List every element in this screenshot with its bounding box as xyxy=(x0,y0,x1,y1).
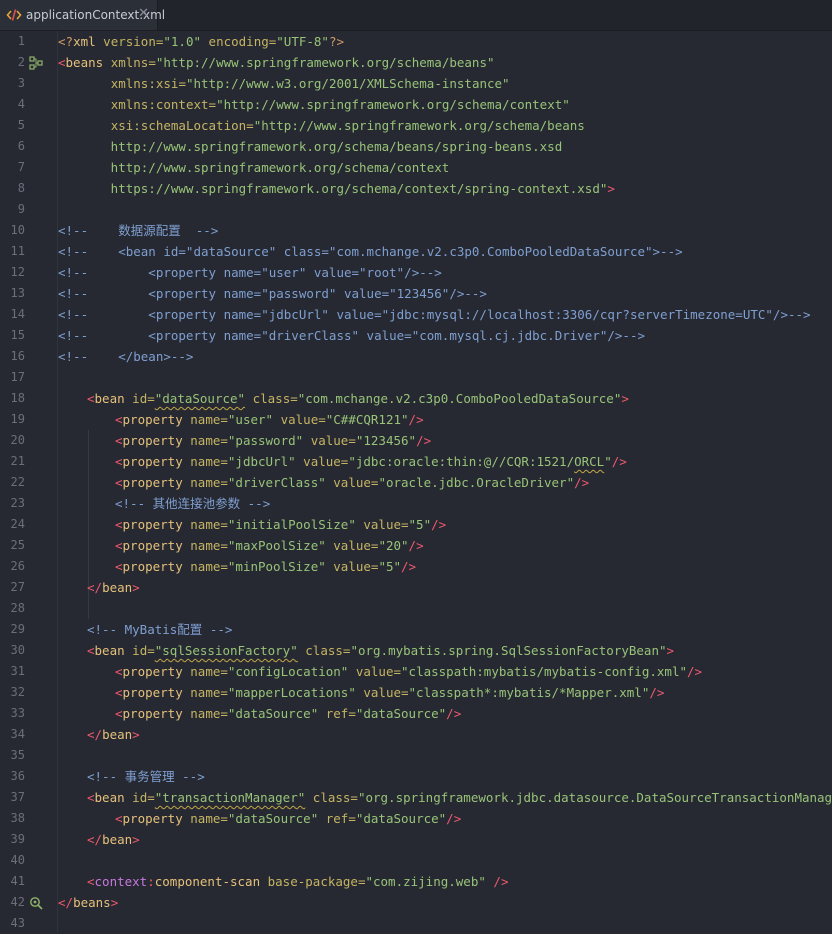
code-line: <property name="maxPoolSize" value="20"/… xyxy=(115,538,424,553)
code-line: <bean id="sqlSessionFactory" class="org.… xyxy=(87,643,675,658)
line-number: 30 xyxy=(10,643,25,657)
line-number: 43 xyxy=(10,916,25,930)
code-line: <property name="initialPoolSize" value="… xyxy=(115,517,447,532)
comment-line: <!-- 数据源配置 --> xyxy=(58,223,219,238)
line-number: 1 xyxy=(17,34,25,48)
line-number: 27 xyxy=(10,580,25,594)
code-line: </bean> xyxy=(87,832,140,847)
code-line: <property name="dataSource" ref="dataSou… xyxy=(115,811,462,826)
code-line: <property name="dataSource" ref="dataSou… xyxy=(115,706,462,721)
bean-structure-icon[interactable] xyxy=(29,55,43,70)
line-number: 20 xyxy=(10,433,25,447)
line-number: 7 xyxy=(17,160,25,174)
code-line: xmlns:context="http://www.springframewor… xyxy=(110,97,570,112)
line-number: 5 xyxy=(17,118,25,132)
line-number: 41 xyxy=(10,874,25,888)
line-number: 4 xyxy=(17,97,25,111)
line-number: 24 xyxy=(10,517,25,531)
code-line: <property name="minPoolSize" value="5"/> xyxy=(115,559,417,574)
line-number: 35 xyxy=(10,748,25,762)
line-number: 6 xyxy=(17,139,25,153)
code-line: https://www.springframework.org/schema/c… xyxy=(58,181,615,196)
line-number: 42 xyxy=(10,895,25,909)
line-number: 12 xyxy=(10,265,25,279)
editor-tab-bar: applicationContext.xml ✕ xyxy=(0,0,832,31)
comment-line: <!-- <property name="jdbcUrl" value="jdb… xyxy=(58,307,811,322)
code-line: <context:component-scan base-package="co… xyxy=(87,874,509,889)
comment-line: <!-- 其他连接池参数 --> xyxy=(115,496,271,511)
component-scan-icon[interactable] xyxy=(29,895,43,910)
code-line: <property name="mapperLocations" value="… xyxy=(115,685,665,700)
line-number: 14 xyxy=(10,307,25,321)
line-number: 3 xyxy=(17,76,25,90)
tab-applicationcontext-xml[interactable]: applicationContext.xml ✕ xyxy=(0,0,165,30)
comment-line: <!-- <property name="driverClass" value=… xyxy=(58,328,645,343)
line-number: 8 xyxy=(17,181,25,195)
line-number: 40 xyxy=(10,853,25,867)
code-line: <bean id="transactionManager" class="org… xyxy=(87,790,832,805)
line-number: 2 xyxy=(17,55,25,69)
line-number: 17 xyxy=(10,370,25,384)
xml-file-icon xyxy=(6,7,22,23)
line-number: 33 xyxy=(10,706,25,720)
comment-line: <!-- <property name="user" value="root"/… xyxy=(58,265,442,280)
line-number: 26 xyxy=(10,559,25,573)
line-number: 37 xyxy=(10,790,25,804)
line-number: 34 xyxy=(10,727,25,741)
code-line: <bean id="dataSource" class="com.mchange… xyxy=(87,391,629,406)
line-number: 31 xyxy=(10,664,25,678)
line-number: 38 xyxy=(10,811,25,825)
line-number: 16 xyxy=(10,349,25,363)
line-number-gutter: 1 2 3 4 5 6 7 8 9 10 11 12 13 14 15 16 1… xyxy=(0,31,58,932)
code-line: <property name="user" value="C##CQR121"/… xyxy=(115,412,424,427)
line-number: 13 xyxy=(10,286,25,300)
line-number: 29 xyxy=(10,622,25,636)
close-icon[interactable]: ✕ xyxy=(138,7,149,21)
code-line: <beans xmlns="http://www.springframework… xyxy=(58,55,495,70)
line-number: 19 xyxy=(10,412,25,426)
line-number: 23 xyxy=(10,496,25,510)
line-number: 18 xyxy=(10,391,25,405)
comment-line: <!-- </bean>--> xyxy=(58,349,194,364)
line-number: 10 xyxy=(10,223,25,237)
comment-line: <!-- 事务管理 --> xyxy=(87,769,205,784)
code-line: </bean> xyxy=(87,580,140,595)
line-number: 32 xyxy=(10,685,25,699)
code-line: xsi:schemaLocation="http://www.springfra… xyxy=(110,118,585,133)
code-editor[interactable]: <?xml version="1.0" encoding="UTF-8"?> <… xyxy=(58,31,832,932)
line-number: 28 xyxy=(10,601,25,615)
comment-line: <!-- MyBatis配置 --> xyxy=(87,622,233,637)
line-number: 15 xyxy=(10,328,25,342)
code-line: http://www.springframework.org/schema/co… xyxy=(58,160,450,175)
comment-line: <!-- <bean id="dataSource" class="com.mc… xyxy=(58,244,683,259)
code-line: <property name="driverClass" value="orac… xyxy=(115,475,590,490)
line-number: 9 xyxy=(17,202,25,216)
comment-line: <!-- <property name="password" value="12… xyxy=(58,286,487,301)
code-line: <property name="password" value="123456"… xyxy=(115,433,432,448)
code-line: http://www.springframework.org/schema/be… xyxy=(58,139,563,154)
code-line: xmlns:xsi="http://www.w3.org/2001/XMLSch… xyxy=(110,76,510,91)
line-number: 11 xyxy=(10,244,25,258)
code-line: </bean> xyxy=(87,727,140,742)
code-line: <?xml version="1.0" encoding="UTF-8"?> xyxy=(58,34,345,49)
line-number: 25 xyxy=(10,538,25,552)
line-number: 39 xyxy=(10,832,25,846)
line-number: 21 xyxy=(10,454,25,468)
code-line: </beans> xyxy=(58,895,119,910)
code-line: <property name="configLocation" value="c… xyxy=(115,664,703,679)
line-number: 36 xyxy=(10,769,25,783)
code-line: <property name="jdbcUrl" value="jdbc:ora… xyxy=(115,454,627,469)
line-number: 22 xyxy=(10,475,25,489)
